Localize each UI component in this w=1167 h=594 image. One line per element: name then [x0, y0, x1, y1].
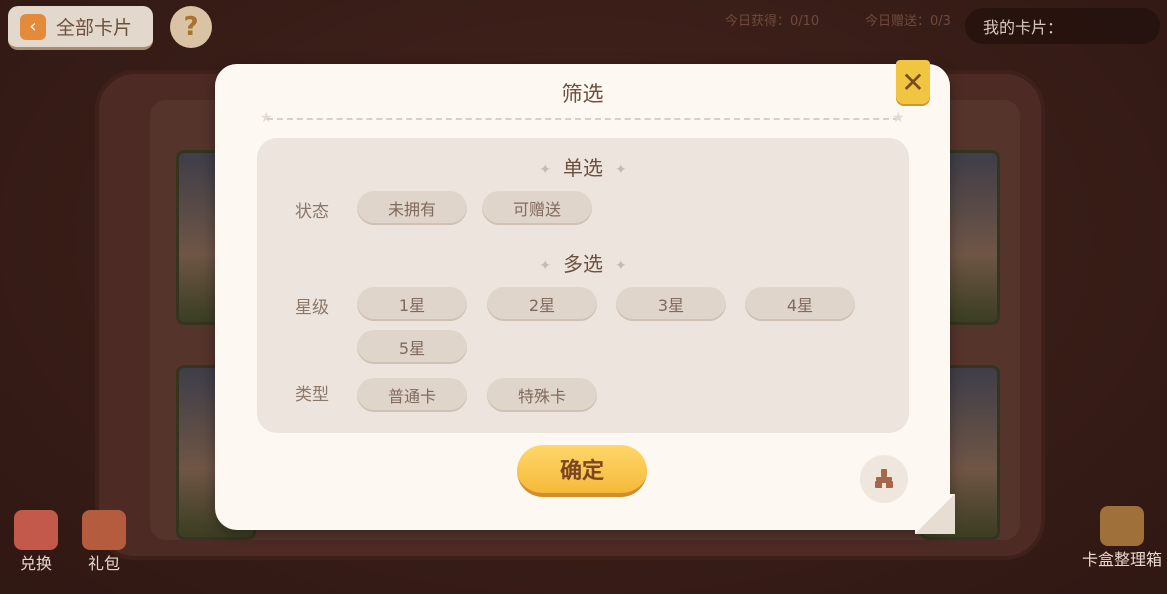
- my-cards-counter: 我的卡片：: [965, 8, 1160, 44]
- filter-dialog: 筛选 ★ ★ ✕ ✦ 单选 ✦ 状态 未拥有 可赠送 ✦ 多选 ✦ 星级 1星 2星 3…: [215, 60, 955, 534]
- single-select-title: 单选: [563, 156, 603, 180]
- card-type-label: 类型: [295, 385, 329, 405]
- status-option-not-owned[interactable]: 未拥有: [357, 191, 467, 225]
- exchange-button[interactable]: 兑换: [14, 510, 58, 574]
- gift-icon: [82, 510, 126, 550]
- star-option-4[interactable]: 4星: [745, 287, 855, 321]
- close-button[interactable]: ✕: [896, 60, 930, 104]
- gift-pack-button[interactable]: 礼包: [82, 510, 126, 574]
- type-option-special[interactable]: 特殊卡: [487, 378, 597, 412]
- page-curl-decoration: [915, 494, 955, 534]
- card-box-button[interactable]: 卡盒整理箱: [1082, 506, 1162, 570]
- filter-panel: ✦ 单选 ✦ 状态 未拥有 可赠送 ✦ 多选 ✦ 星级 1星 2星 3星 4星 5星 类…: [257, 138, 909, 433]
- reset-button[interactable]: [860, 455, 908, 503]
- close-icon: ✕: [901, 65, 925, 99]
- multi-select-title: 多选: [563, 252, 603, 276]
- back-arrow-icon: ‹: [20, 13, 46, 40]
- all-cards-button[interactable]: ‹ 全部卡片: [8, 6, 153, 50]
- help-icon: ?: [183, 12, 199, 42]
- single-select-heading: ✦ 单选 ✦: [257, 152, 909, 181]
- gift-pack-label: 礼包: [87, 554, 120, 573]
- dialog-title: 筛选: [561, 82, 604, 106]
- star-icon: ★: [892, 110, 905, 126]
- sparkle-icon: ✦: [615, 161, 627, 178]
- type-option-normal[interactable]: 普通卡: [357, 378, 467, 412]
- status-option-giftable[interactable]: 可赠送: [482, 191, 592, 225]
- sparkle-icon: ✦: [615, 257, 627, 274]
- star-option-1[interactable]: 1星: [357, 287, 467, 321]
- exchange-label: 兑换: [19, 554, 52, 573]
- star-option-5[interactable]: 5星: [357, 330, 467, 364]
- star-level-label: 星级: [295, 298, 329, 318]
- today-gift-stat: 今日赠送：0/3: [865, 14, 951, 29]
- help-button[interactable]: ?: [170, 6, 212, 48]
- box-icon: [1100, 506, 1144, 546]
- my-cards-label: 我的卡片：: [983, 18, 1064, 37]
- multi-select-heading: ✦ 多选 ✦: [257, 248, 909, 277]
- today-obtain-stat: 今日获得：0/10: [725, 14, 820, 29]
- confirm-button[interactable]: 确定: [517, 445, 647, 497]
- sparkle-icon: ✦: [539, 161, 551, 178]
- card-box-label: 卡盒整理箱: [1082, 550, 1163, 569]
- star-option-2[interactable]: 2星: [487, 287, 597, 321]
- status-label: 状态: [295, 202, 329, 222]
- sparkle-icon: ✦: [539, 257, 551, 274]
- broom-icon: [875, 469, 893, 488]
- all-cards-label: 全部卡片: [56, 17, 133, 39]
- star-option-3[interactable]: 3星: [616, 287, 726, 321]
- title-divider: [267, 118, 899, 120]
- shop-icon: [14, 510, 58, 550]
